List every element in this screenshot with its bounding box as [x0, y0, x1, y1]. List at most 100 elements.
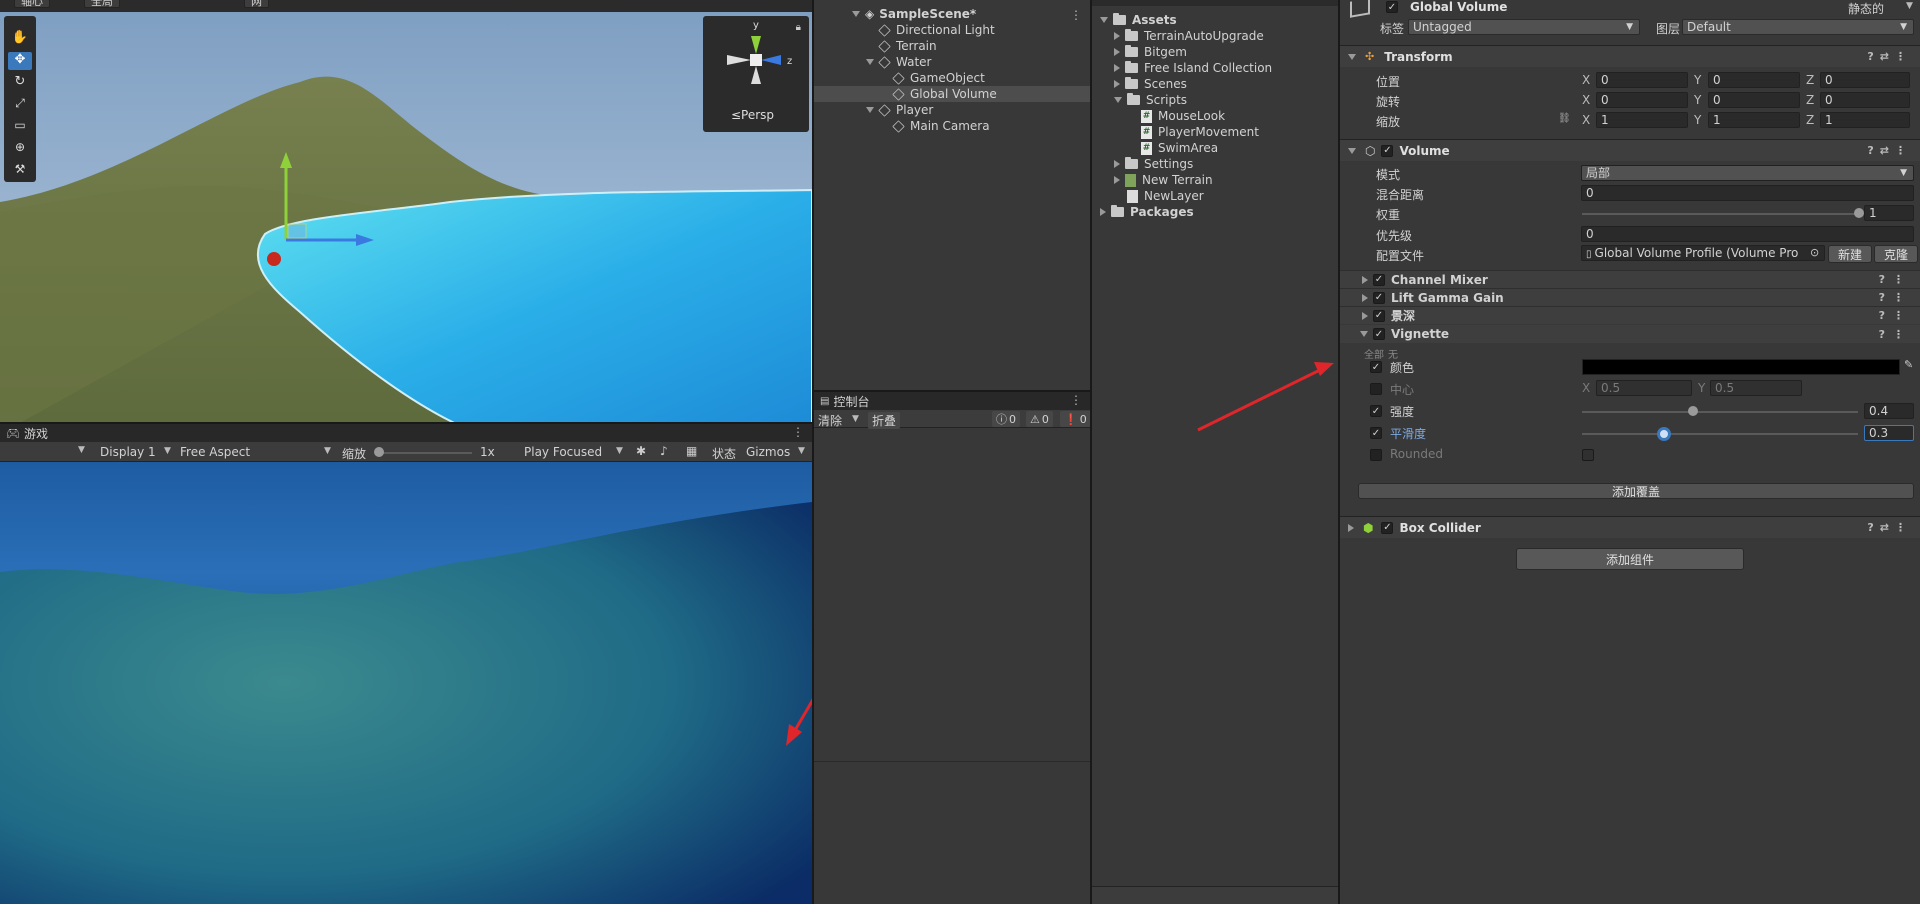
scene-viewport[interactable]	[0, 12, 812, 422]
warn-count-toggle[interactable]: ⚠ 0	[1026, 411, 1053, 427]
orientation-gizmo[interactable]: 🔒︎ y z ≤Persp	[703, 16, 809, 132]
expand-arrow-icon[interactable]	[1100, 17, 1108, 23]
expand-arrow-icon[interactable]	[1114, 160, 1120, 168]
vignette-header[interactable]: ✓ Vignette ?⋮	[1340, 325, 1920, 343]
intensity-field[interactable]: 0.4	[1864, 403, 1914, 419]
display-dropdown[interactable]: Display 1	[100, 445, 156, 459]
object-name[interactable]: Global Volume	[1410, 0, 1507, 14]
grid-view-icon[interactable]: ▦	[686, 444, 697, 458]
project-item[interactable]: Free Island Collection	[1092, 60, 1338, 76]
transform-actions-icon[interactable]: ?⇄⋮	[1867, 50, 1912, 63]
transform-tool-icon[interactable]: ⊕	[10, 140, 30, 156]
smoothness-field[interactable]: 0.3	[1864, 425, 1914, 441]
scale-y-field[interactable]: 1	[1708, 112, 1800, 128]
project-item[interactable]: Assets	[1092, 12, 1338, 28]
volume-enabled-checkbox[interactable]: ✓	[1381, 144, 1394, 157]
hierarchy-menu-icon[interactable]: ⋮	[1070, 8, 1082, 22]
global-toggle[interactable]: 全局	[84, 0, 120, 8]
persp-label[interactable]: ≤Persp	[731, 108, 774, 122]
volume-fold[interactable]	[1348, 147, 1356, 154]
move-tool-icon[interactable]: ✥	[8, 52, 32, 70]
eyedropper-icon[interactable]: ✎	[1904, 358, 1913, 371]
hierarchy-item[interactable]: Main Camera	[814, 118, 1090, 134]
clear-button[interactable]: 清除	[818, 412, 842, 429]
project-item[interactable]: Bitgem	[1092, 44, 1338, 60]
scale-x-field[interactable]: 1	[1596, 112, 1688, 128]
override-header[interactable]: ✓ 景深 ?⋮	[1340, 306, 1920, 324]
expand-arrow-icon[interactable]	[1114, 97, 1122, 103]
hierarchy-item[interactable]: GameObject	[814, 70, 1090, 86]
position-z-field[interactable]: 0	[1820, 72, 1910, 88]
project-item[interactable]: TerrainAutoUpgrade	[1092, 28, 1338, 44]
hand-tool-icon[interactable]: ✋	[10, 30, 30, 46]
blend-distance-field[interactable]: 0	[1581, 185, 1914, 201]
active-checkbox[interactable]: ✓	[1386, 1, 1398, 13]
hierarchy-item[interactable]: Terrain	[814, 38, 1090, 54]
hierarchy-item[interactable]: Water	[814, 54, 1090, 70]
box-collider-enabled-checkbox[interactable]: ✓	[1381, 521, 1394, 534]
collapse-button[interactable]: 折叠	[868, 412, 901, 429]
rotation-z-field[interactable]: 0	[1820, 92, 1910, 108]
override-actions-icon[interactable]: ?⋮	[1879, 273, 1912, 286]
intensity-slider-track[interactable]	[1582, 411, 1858, 413]
rotation-x-field[interactable]: 0	[1596, 92, 1688, 108]
project-item[interactable]: # PlayerMovement	[1092, 124, 1338, 140]
custom-tool-icon[interactable]: ⚒	[10, 162, 30, 178]
expand-arrow-icon[interactable]	[1114, 80, 1120, 88]
expand-arrow-icon[interactable]	[1114, 32, 1120, 40]
override-header[interactable]: ✓ Lift Gamma Gain ?⋮	[1340, 288, 1920, 306]
profile-field[interactable]: ▯ Global Volume Profile (Volume Pro	[1581, 245, 1825, 261]
vignette-fold[interactable]	[1360, 331, 1368, 337]
static-toggle[interactable]: 静态的	[1848, 0, 1884, 17]
color-swatch[interactable]	[1582, 359, 1900, 375]
static-arrow[interactable]: ▼	[1906, 1, 1913, 11]
hierarchy-item[interactable]: Global Volume	[814, 86, 1090, 102]
expand-arrow-icon[interactable]	[866, 107, 874, 113]
override-enabled-checkbox[interactable]: ✓	[1373, 273, 1385, 286]
center-override-checkbox[interactable]	[1370, 383, 1382, 395]
audio-icon[interactable]: ♪	[660, 444, 668, 458]
override-actions-icon[interactable]: ?⋮	[1879, 291, 1912, 304]
scale-slider-knob[interactable]	[374, 447, 384, 457]
center-x-field[interactable]: 0.5	[1596, 380, 1692, 396]
game-tab[interactable]: 游戏	[24, 425, 48, 442]
info-count-toggle[interactable]: ⓘ 0	[992, 411, 1020, 427]
scale-slider-track[interactable]	[376, 452, 472, 454]
override-enabled-checkbox[interactable]: ✓	[1373, 309, 1385, 322]
rotation-y-field[interactable]: 0	[1708, 92, 1800, 108]
gizmos-button[interactable]: Gizmos	[746, 445, 790, 459]
expand-arrow-icon[interactable]	[1362, 293, 1368, 302]
smoothness-override-checkbox[interactable]: ✓	[1370, 427, 1382, 439]
vignette-actions-icon[interactable]: ?⋮	[1879, 328, 1912, 341]
console-menu-icon[interactable]: ⋮	[1070, 393, 1082, 407]
volume-header[interactable]: ⬡ ✓ Volume ?⇄⋮	[1340, 139, 1920, 161]
scale-z-field[interactable]: 1	[1820, 112, 1910, 128]
project-item[interactable]: Scripts	[1092, 92, 1338, 108]
add-component-button[interactable]: 添加组件	[1516, 548, 1744, 570]
error-count-toggle[interactable]: ❗ 0	[1060, 411, 1090, 427]
expand-arrow-icon[interactable]	[1114, 48, 1120, 56]
pivot-toggle[interactable]: 轴心	[14, 0, 50, 8]
project-item[interactable]: Scenes	[1092, 76, 1338, 92]
smoothness-slider-track[interactable]	[1582, 433, 1858, 435]
rounded-checkbox[interactable]	[1582, 449, 1594, 461]
smoothness-slider-knob[interactable]	[1657, 427, 1671, 441]
bug-icon[interactable]: ✱	[636, 444, 646, 458]
game-dropdown-arrow[interactable]: ▼	[78, 445, 85, 455]
clear-arrow[interactable]: ▼	[852, 414, 859, 424]
weight-slider-track[interactable]	[1582, 213, 1858, 215]
rotate-tool-icon[interactable]: ↻	[10, 74, 30, 90]
transform-fold[interactable]	[1348, 53, 1356, 60]
weight-field[interactable]: 1	[1864, 205, 1914, 221]
intensity-override-checkbox[interactable]: ✓	[1370, 405, 1382, 417]
profile-picker-icon[interactable]: ⊙	[1810, 246, 1819, 259]
project-item[interactable]: Packages	[1092, 204, 1338, 220]
new-profile-button[interactable]: 新建	[1828, 245, 1872, 263]
box-collider-actions-icon[interactable]: ?⇄⋮	[1867, 521, 1912, 534]
game-menu-icon[interactable]: ⋮	[792, 425, 804, 439]
expand-arrow-icon[interactable]	[866, 59, 874, 65]
hierarchy-item[interactable]: Player	[814, 102, 1090, 118]
grid-toggle[interactable]: 网	[244, 0, 269, 8]
project-item[interactable]: Settings	[1092, 156, 1338, 172]
hierarchy-item[interactable]: ◈ SampleScene*	[814, 6, 1090, 22]
